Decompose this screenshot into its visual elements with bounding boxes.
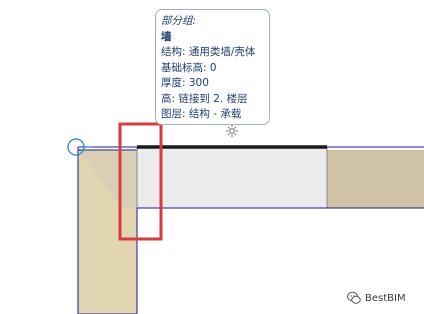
tooltip-property-thickness: 厚度: 300 (161, 77, 209, 89)
drawing-canvas[interactable]: 部分组: 墙 结构: 通用类墙/壳体 基础标高: 0 厚度: 300 高: 链接… (0, 0, 424, 314)
watermark-text: BestBIM (365, 292, 406, 304)
watermark: BestBIM (347, 289, 406, 307)
tooltip-property-layer: 图层: 结构 - 承载 (161, 108, 242, 120)
sun-cursor-icon (226, 125, 238, 137)
wechat-logo-icon (347, 291, 361, 304)
tooltip-element-type: 墙 (161, 30, 172, 43)
tooltip-property-height: 高: 链接到 2. 楼层 (161, 92, 248, 105)
tooltip-category-label: 部分组: (161, 15, 197, 27)
selected-wall-segment[interactable] (136, 146, 328, 209)
tooltip-property-base-level: 基础标高: 0 (161, 61, 217, 74)
element-info-tooltip: 部分组: 墙 结构: 通用类墙/壳体 基础标高: 0 厚度: 300 高: 链接… (155, 9, 270, 125)
tooltip-property-structure: 结构: 通用类墙/壳体 (161, 46, 256, 58)
